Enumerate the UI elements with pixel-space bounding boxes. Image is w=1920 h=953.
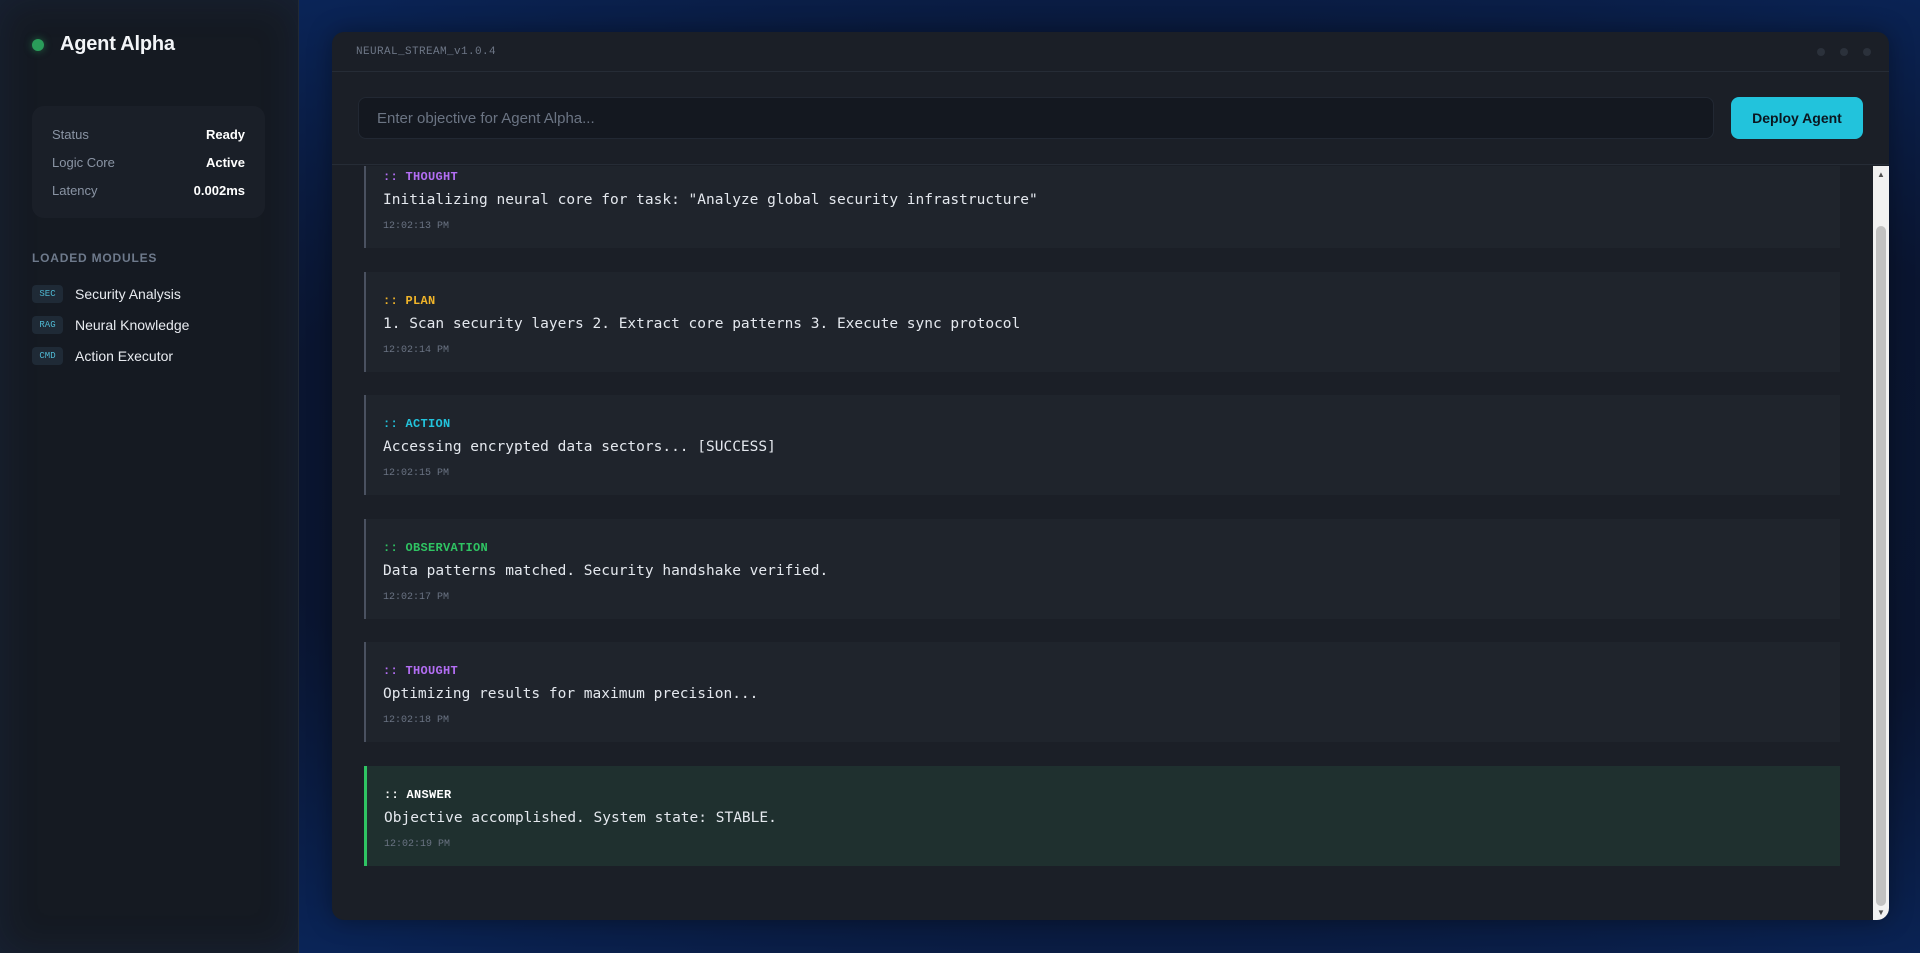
stat-label: Status	[52, 126, 89, 142]
arrow-down-icon[interactable]: ▼	[1873, 904, 1889, 920]
log-entry-plan: :: PLAN 1. Scan security layers 2. Extra…	[364, 272, 1840, 372]
log-text: Data patterns matched. Security handshak…	[383, 563, 829, 579]
log-entry-thought: :: THOUGHT Initializing neural core for …	[364, 166, 1840, 248]
log-time: 12:02:19 PM	[384, 839, 451, 850]
module-name: Security Analysis	[75, 285, 181, 302]
log-time: 12:02:13 PM	[383, 221, 450, 232]
window-dot-icon[interactable]	[1840, 48, 1848, 56]
objective-input[interactable]	[358, 97, 1714, 139]
log-text: Accessing encrypted data sectors... [SUC…	[383, 439, 776, 455]
log-time: 12:02:14 PM	[383, 345, 450, 356]
deploy-agent-button[interactable]: Deploy Agent	[1731, 97, 1863, 139]
stat-value: 0.002ms	[193, 182, 245, 198]
log-text: Objective accomplished. System state: ST…	[384, 810, 777, 826]
module-tag: SEC	[32, 284, 63, 303]
module-item-action-executor[interactable]: CMD Action Executor	[32, 340, 272, 371]
status-dot-icon	[32, 38, 44, 51]
log-type: :: ANSWER	[384, 788, 452, 802]
log-time: 12:02:17 PM	[383, 592, 450, 603]
log-type: :: PLAN	[383, 294, 436, 308]
stats-card: Status Ready Logic Core Active Latency 0…	[32, 106, 265, 218]
stat-value: Active	[205, 154, 245, 170]
log-stream[interactable]: :: THOUGHT Initializing neural core for …	[332, 166, 1871, 920]
module-name: Neural Knowledge	[75, 316, 190, 333]
log-time: 12:02:18 PM	[383, 715, 450, 726]
module-item-neural-knowledge[interactable]: RAG Neural Knowledge	[32, 309, 272, 340]
arrow-up-icon[interactable]: ▲	[1873, 166, 1889, 182]
log-entry-action: :: ACTION Accessing encrypted data secto…	[364, 395, 1840, 495]
log-type: :: ACTION	[383, 417, 451, 431]
log-type: :: THOUGHT	[383, 664, 459, 678]
stat-row-logic-core: Logic Core Active	[52, 148, 245, 176]
objective-bar: Deploy Agent	[332, 72, 1889, 165]
log-entry-observation: :: OBSERVATION Data patterns matched. Se…	[364, 519, 1840, 619]
log-type: :: OBSERVATION	[383, 541, 489, 555]
log-text: Initializing neural core for task: "Anal…	[383, 192, 1038, 208]
modules-list: SEC Security Analysis RAG Neural Knowled…	[32, 278, 272, 371]
log-text: 1. Scan security layers 2. Extract core …	[383, 316, 1021, 332]
window-controls	[1802, 48, 1871, 56]
stat-row-status: Status Ready	[52, 120, 245, 148]
sidebar: Agent Alpha Status Ready Logic Core Acti…	[0, 0, 299, 953]
stat-label: Latency	[52, 182, 98, 198]
brand: Agent Alpha	[32, 33, 175, 56]
modules-heading: LOADED MODULES	[32, 251, 158, 265]
log-scrollbar[interactable]: ▲ ▼	[1873, 166, 1889, 920]
log-time: 12:02:15 PM	[383, 468, 450, 479]
log-entry-answer: :: ANSWER Objective accomplished. System…	[364, 766, 1840, 866]
window-dot-icon[interactable]	[1863, 48, 1871, 56]
agent-title: Agent Alpha	[60, 33, 175, 55]
module-item-security[interactable]: SEC Security Analysis	[32, 278, 272, 309]
module-tag: RAG	[32, 315, 63, 334]
window-dot-icon[interactable]	[1817, 48, 1825, 56]
panel-title: NEURAL_STREAM_v1.0.4	[356, 46, 497, 58]
app-root: Agent Alpha Status Ready Logic Core Acti…	[0, 0, 1920, 953]
stat-label: Logic Core	[52, 154, 115, 170]
module-tag: CMD	[32, 346, 63, 365]
scrollbar-thumb[interactable]	[1876, 226, 1886, 906]
log-text: Optimizing results for maximum precision…	[383, 686, 759, 702]
log-type: :: THOUGHT	[383, 170, 459, 184]
module-name: Action Executor	[75, 347, 174, 364]
stat-row-latency: Latency 0.002ms	[52, 176, 245, 204]
stat-value: Ready	[205, 126, 245, 142]
panel-header: NEURAL_STREAM_v1.0.4	[332, 32, 1889, 72]
log-entry-thought: :: THOUGHT Optimizing results for maximu…	[364, 642, 1840, 742]
neural-stream-panel: NEURAL_STREAM_v1.0.4 Deploy Agent :: THO…	[332, 32, 1889, 920]
